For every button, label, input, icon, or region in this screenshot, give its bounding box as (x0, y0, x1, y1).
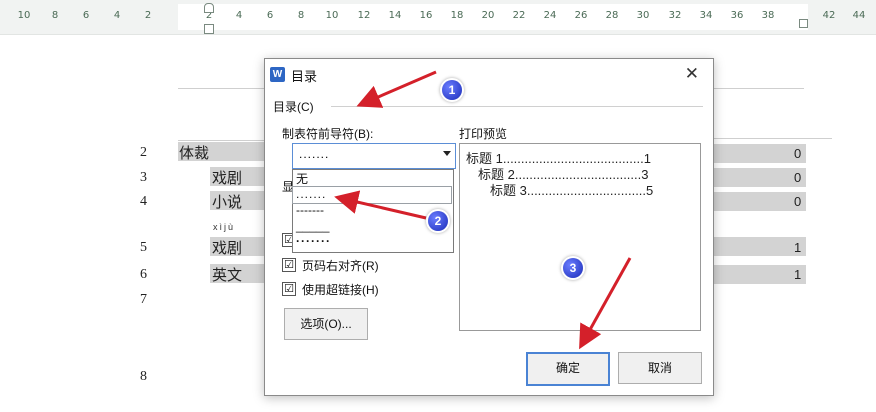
annotation-arrows (334, 70, 632, 350)
arrow-3 (579, 257, 632, 350)
arrow-2 (334, 190, 427, 220)
step-badge-3: 3 (563, 258, 583, 278)
arrow-1 (356, 70, 437, 108)
step-badge-1: 1 (442, 80, 462, 100)
step-badge-2: 2 (428, 211, 448, 231)
